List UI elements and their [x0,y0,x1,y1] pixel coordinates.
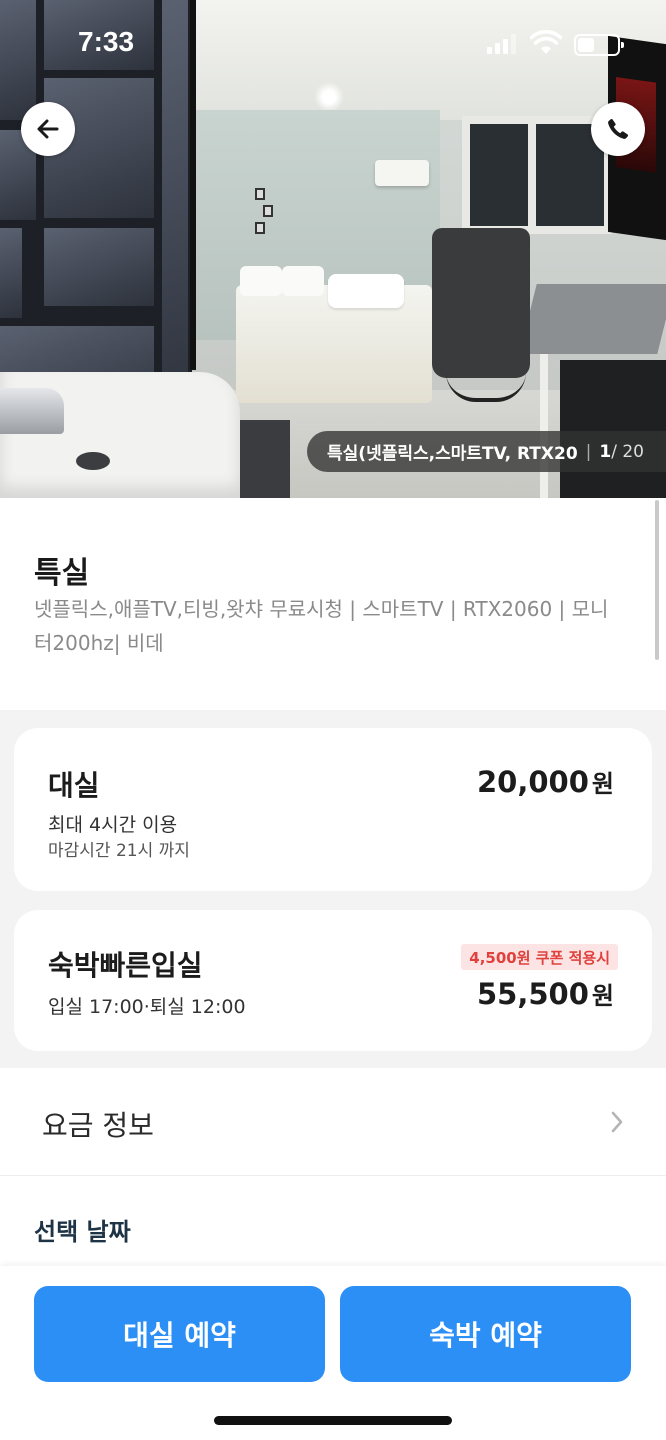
rental-deadline: 마감시간 21시 까지 [48,841,190,861]
photo-wall-frames [255,188,283,240]
book-rental-button[interactable]: 대실 예약 [34,1286,325,1382]
scrollbar[interactable] [655,500,659,660]
call-button[interactable] [591,102,645,156]
arrow-left-icon [37,119,59,139]
photo-towels [328,274,404,308]
fare-info-label: 요금 정보 [42,1109,154,1142]
photo-desk-leg [540,354,548,498]
photo-aircon [375,160,429,186]
room-title: 특실 [34,556,90,591]
fare-info-row[interactable]: 요금 정보 [0,1068,666,1176]
photo-counter-current: 1 [599,441,612,462]
cellular-signal-icon [487,34,517,54]
photo-pillow [240,266,282,296]
book-stay-button[interactable]: 숙박 예약 [340,1286,631,1382]
photo-chair [432,228,530,378]
status-time: 7:33 [78,26,135,57]
stay-price-amount: 55,500 [476,977,589,1011]
photo-pillow [282,266,324,296]
photo-caption-name: 특실(넷플릭스,스마트TV, RTX20 [327,444,578,464]
rental-price: 20,000 원 [477,764,614,799]
rental-price-currency: 원 [591,770,614,798]
photo-desk [519,284,666,354]
photo-caption: 특실(넷플릭스,스마트TV, RTX20 | 1 / 20 [307,431,666,472]
room-info: 특실 넷플릭스,애플TV,티빙,왓챠 무료시청 | 스마트TV | RTX206… [0,498,666,710]
rental-offer-card[interactable]: 대실 최대 4시간 이용 마감시간 21시 까지 20,000 원 [14,728,652,891]
photo-faucet [0,388,64,434]
bottom-action-bar: 대실 예약 숙박 예약 [0,1266,666,1440]
home-indicator[interactable] [214,1416,452,1425]
wifi-icon [530,30,562,54]
photo-cabinet [560,360,666,498]
selected-date-section: 선택 날짜 [0,1176,666,1266]
stay-checkin-checkout: 입실 17:00·퇴실 12:00 [48,996,246,1018]
chevron-right-icon [611,1111,623,1133]
battery-icon [574,34,624,56]
selected-date-label: 선택 날짜 [34,1218,131,1246]
coupon-badge: 4,500원 쿠폰 적용시 [461,944,618,970]
rental-price-amount: 20,000 [476,765,589,799]
stay-price: 55,500 원 [477,976,614,1011]
photo-counter-total: / 20 [611,441,644,462]
rental-duration: 최대 4시간 이용 [48,814,178,836]
photo-caption-separator: | [585,441,592,462]
stay-offer-card[interactable]: 숙박빠른입실 입실 17:00·퇴실 12:00 4,500원 쿠폰 적용시 5… [14,910,652,1051]
status-bar: 7:33 [0,0,666,88]
stay-title: 숙박빠른입실 [48,949,203,982]
back-button[interactable] [21,102,75,156]
rental-title: 대실 [48,769,100,802]
stay-price-currency: 원 [591,982,614,1010]
photo-window [462,116,612,234]
phone-icon [608,118,629,139]
room-description: 넷플릭스,애플TV,티빙,왓챠 무료시청 | 스마트TV | RTX2060 |… [34,597,609,655]
